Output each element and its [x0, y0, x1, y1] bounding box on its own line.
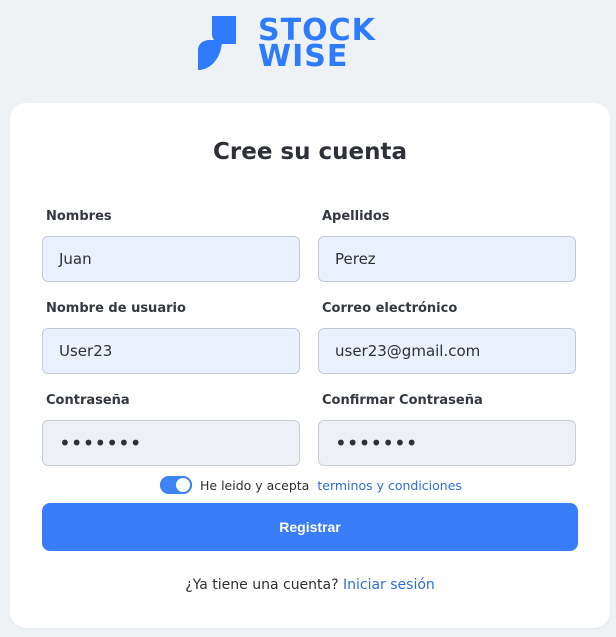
- confirm-password-label: Confirmar Contraseña: [322, 393, 483, 408]
- email-label: Correo electrónico: [322, 301, 458, 316]
- username-input[interactable]: User23: [42, 328, 300, 374]
- terms-label: He leido y acepta: [200, 477, 310, 493]
- first-name-input[interactable]: Juan: [42, 236, 300, 282]
- last-name-input[interactable]: Perez: [318, 236, 576, 282]
- username-label: Nombre de usuario: [46, 301, 186, 316]
- page-title: Cree su cuenta: [213, 139, 407, 165]
- register-button[interactable]: Registrar: [42, 503, 578, 551]
- terms-link[interactable]: terminos y condiciones: [317, 478, 462, 493]
- confirm-password-field-group: Confirmar Contraseña •••••••: [318, 393, 578, 466]
- brand-name: STOCK WISE: [258, 16, 376, 72]
- password-field-group: Contraseña •••••••: [42, 393, 302, 466]
- login-link[interactable]: Iniciar sesión: [343, 577, 435, 593]
- first-name-label: Nombres: [46, 209, 112, 224]
- email-field-group: Correo electrónico user23@gmail.com: [318, 301, 578, 374]
- registration-card: Cree su cuenta Nombres Juan Apellidos Pe…: [10, 103, 610, 628]
- terms-row: He leido y acepta terminos y condiciones: [160, 475, 462, 495]
- confirm-password-input[interactable]: •••••••: [318, 420, 576, 466]
- first-name-field-group: Nombres Juan: [42, 209, 302, 282]
- last-name-field-group: Apellidos Perez: [318, 209, 578, 282]
- password-label: Contraseña: [46, 393, 130, 408]
- login-question: ¿Ya tiene una cuenta?: [185, 577, 339, 593]
- login-prompt: ¿Ya tiene una cuenta? Iniciar sesión: [10, 577, 610, 593]
- stockwise-logo: STOCK WISE: [198, 16, 376, 72]
- stockwise-logo-icon: [198, 16, 236, 70]
- email-input[interactable]: user23@gmail.com: [318, 328, 576, 374]
- username-field-group: Nombre de usuario User23: [42, 301, 302, 374]
- registration-page: STOCK WISE Cree su cuenta Nombres Juan A…: [0, 0, 616, 637]
- last-name-label: Apellidos: [322, 209, 390, 224]
- password-input[interactable]: •••••••: [42, 420, 300, 466]
- terms-toggle[interactable]: [160, 476, 192, 494]
